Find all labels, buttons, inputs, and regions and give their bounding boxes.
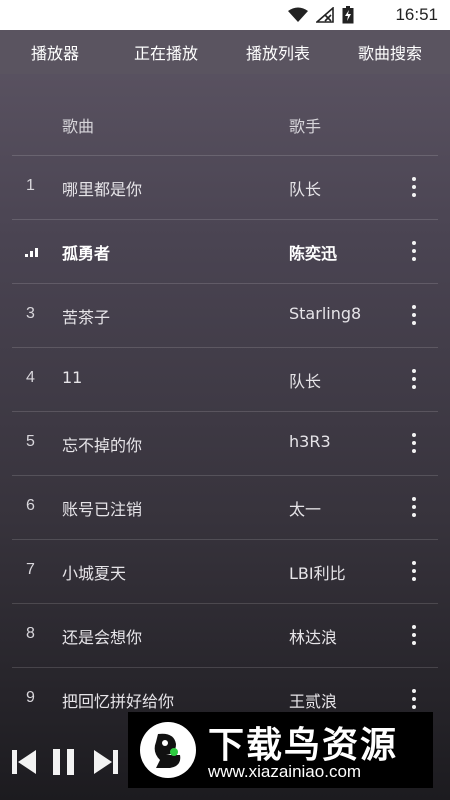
- column-header-song: 歌曲: [62, 117, 95, 136]
- song-row[interactable]: 4 11 队长: [0, 347, 450, 411]
- song-title: 忘不掉的你: [62, 436, 143, 455]
- song-title: 哪里都是你: [62, 180, 143, 199]
- more-options-icon[interactable]: [404, 173, 424, 201]
- next-icon[interactable]: [92, 748, 118, 780]
- song-title: 孤勇者: [62, 244, 111, 263]
- song-title: 小城夏天: [62, 564, 127, 583]
- song-number: 4: [26, 369, 35, 386]
- row-divider: [12, 539, 438, 540]
- song-artist: 队长: [289, 372, 322, 391]
- song-title: 账号已注销: [62, 500, 143, 519]
- song-number: 5: [26, 433, 35, 450]
- song-row[interactable]: 5 忘不掉的你 h3R3: [0, 411, 450, 475]
- more-options-icon[interactable]: [404, 429, 424, 457]
- battery-icon: [342, 6, 354, 28]
- song-row[interactable]: 8 还是会想你 林达浪: [0, 603, 450, 667]
- song-number: 6: [26, 497, 35, 514]
- more-options-icon[interactable]: [404, 621, 424, 649]
- row-divider: [12, 347, 438, 348]
- status-bar: 16:51: [0, 0, 450, 30]
- song-artist: 王贰浪: [289, 692, 338, 711]
- tab-bar: 播放器 正在播放 播放列表 歌曲搜索: [0, 30, 450, 74]
- pause-icon[interactable]: [52, 748, 76, 780]
- song-title: 苦茶子: [62, 308, 111, 327]
- song-artist: LBI利比: [289, 564, 346, 583]
- tab-player[interactable]: 播放器: [31, 40, 79, 64]
- tab-song-search[interactable]: 歌曲搜索: [358, 40, 422, 64]
- more-options-icon[interactable]: [404, 685, 424, 713]
- watermark-title: 下载鸟资源: [208, 725, 399, 766]
- row-divider: [12, 667, 438, 668]
- song-number: 9: [26, 689, 35, 706]
- song-title: 11: [62, 368, 83, 387]
- more-options-icon[interactable]: [404, 557, 424, 585]
- watermark: 下载鸟资源 www.xiazainiao.com: [128, 712, 433, 788]
- list-header: 歌曲 歌手: [0, 98, 450, 148]
- song-artist: 陈奕迅: [289, 244, 338, 263]
- more-options-icon[interactable]: [404, 365, 424, 393]
- column-header-artist: 歌手: [289, 117, 322, 136]
- row-divider: [12, 475, 438, 476]
- previous-icon[interactable]: [12, 748, 38, 780]
- bird-logo-icon: [140, 722, 196, 778]
- song-artist: 队长: [289, 180, 322, 199]
- song-row[interactable]: 3 苦茶子 Starling8: [0, 283, 450, 347]
- row-divider: [12, 219, 438, 220]
- more-options-icon[interactable]: [404, 237, 424, 265]
- watermark-url: www.xiazainiao.com: [208, 762, 362, 781]
- song-artist: 太一: [289, 500, 322, 519]
- row-divider: [12, 283, 438, 284]
- song-number: 3: [26, 305, 35, 322]
- signal-off-icon: [314, 6, 334, 27]
- more-options-icon[interactable]: [404, 301, 424, 329]
- row-divider: [12, 155, 438, 156]
- song-row[interactable]: 7 小城夏天 LBI利比: [0, 539, 450, 603]
- song-artist: h3R3: [289, 432, 331, 451]
- song-title: 还是会想你: [62, 628, 143, 647]
- now-playing-indicator-icon: [25, 245, 41, 257]
- song-artist: Starling8: [289, 304, 362, 323]
- row-divider: [12, 411, 438, 412]
- song-row[interactable]: 1 哪里都是你 队长: [0, 155, 450, 219]
- status-time: 16:51: [395, 5, 438, 24]
- wifi-icon: [288, 7, 308, 27]
- song-artist: 林达浪: [289, 628, 338, 647]
- song-row[interactable]: 6 账号已注销 太一: [0, 475, 450, 539]
- song-number: 8: [26, 625, 35, 642]
- song-row-playing[interactable]: 孤勇者 陈奕迅: [0, 219, 450, 283]
- song-number: 1: [26, 177, 35, 194]
- song-number: 7: [26, 561, 35, 578]
- song-title: 把回忆拼好给你: [62, 692, 175, 711]
- more-options-icon[interactable]: [404, 493, 424, 521]
- tab-now-playing[interactable]: 正在播放: [134, 40, 198, 64]
- tab-playlist[interactable]: 播放列表: [246, 40, 310, 64]
- row-divider: [12, 603, 438, 604]
